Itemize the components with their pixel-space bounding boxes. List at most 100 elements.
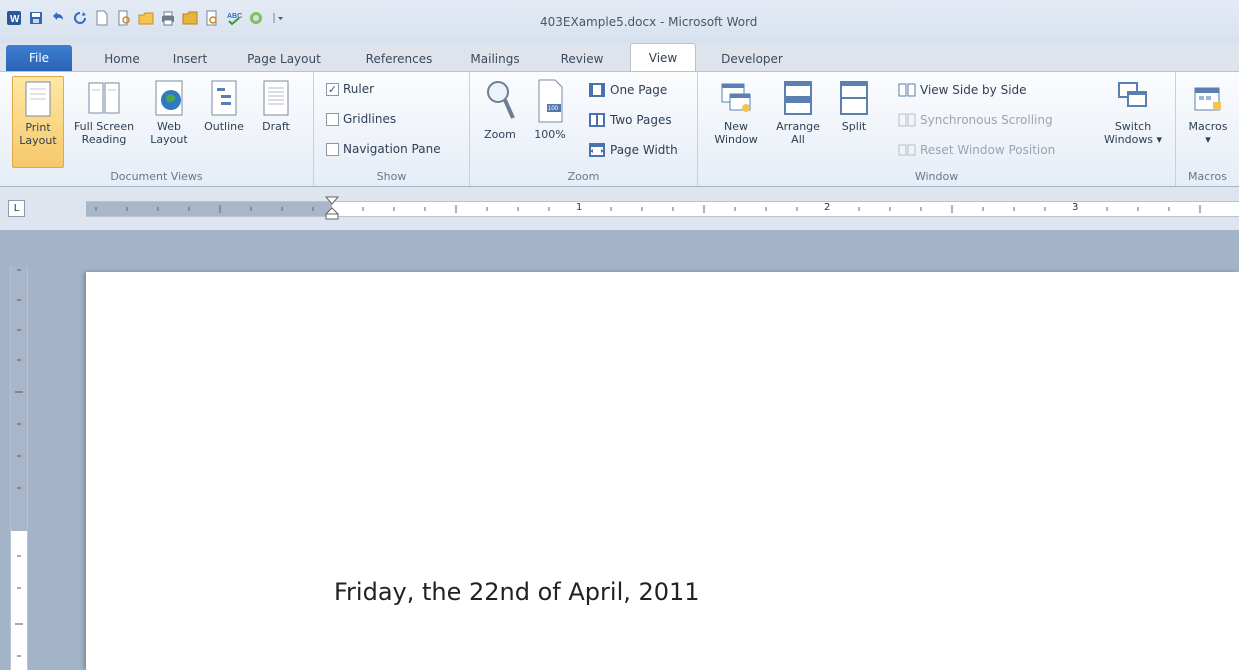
group-macros: Macros ▾ Macros	[1176, 72, 1239, 186]
refresh-icon[interactable]	[248, 10, 264, 26]
customize-icon[interactable]	[270, 10, 286, 26]
tab-selector[interactable]: L	[8, 200, 25, 217]
group-zoom: Zoom 100 100% One Page Two Pages Page Wi…	[470, 72, 698, 186]
group-label-zoom: Zoom	[567, 170, 600, 183]
page-width-button[interactable]: Page Width	[588, 142, 678, 158]
side-by-side-icon	[898, 83, 916, 97]
open-icon[interactable]	[138, 10, 154, 26]
reset-position-label: Reset Window Position	[920, 143, 1056, 157]
vertical-ruler-ticks	[15, 269, 23, 657]
horizontal-ruler[interactable]: 1 2 3	[86, 196, 1239, 220]
web-layout-button[interactable]: Web Layout	[144, 76, 194, 146]
print-layout-icon	[25, 81, 51, 117]
outline-icon	[211, 80, 237, 116]
draft-label: Draft	[262, 120, 290, 133]
zoom-button[interactable]: Zoom	[478, 76, 522, 141]
page-100-icon: 100	[538, 79, 563, 123]
tab-file[interactable]: File	[6, 45, 72, 71]
tab-references[interactable]: References	[352, 47, 446, 71]
outline-button[interactable]: Outline	[198, 76, 250, 133]
group-window: New Window Arrange All Split View Side b…	[698, 72, 1176, 186]
group-label-macros: Macros	[1187, 170, 1228, 183]
tab-insert[interactable]: Insert	[162, 47, 218, 71]
svg-text:100: 100	[548, 106, 559, 112]
quick-access-toolbar: W ABC	[6, 10, 286, 26]
switch-windows-button[interactable]: Switch Windows ▾	[1098, 76, 1168, 146]
group-label-document-views: Document Views	[110, 170, 203, 183]
ruler-checkbox[interactable]: ✓ Ruler	[326, 82, 374, 96]
navigation-pane-checkbox[interactable]: Navigation Pane	[326, 142, 441, 156]
sync-scrolling-label: Synchronous Scrolling	[920, 113, 1053, 127]
undo-icon[interactable]	[50, 10, 66, 26]
document-text[interactable]: Friday, the 22nd of April, 2011	[334, 578, 700, 606]
tab-view[interactable]: View	[630, 43, 696, 71]
zoom-100-label: 100%	[534, 128, 566, 141]
macros-button[interactable]: Macros ▾	[1182, 76, 1234, 146]
gridlines-label: Gridlines	[343, 112, 397, 126]
outline-label: Outline	[204, 120, 244, 133]
full-screen-reading-icon	[88, 82, 120, 114]
print-layout-label-2: Layout	[19, 134, 57, 147]
zoom-100-button[interactable]: 100 100%	[528, 76, 572, 141]
new-icon[interactable]	[94, 10, 110, 26]
preview-icon[interactable]	[204, 10, 220, 26]
save-icon[interactable]	[28, 10, 44, 26]
tab-review[interactable]: Review	[550, 47, 614, 71]
reset-window-position-button[interactable]: Reset Window Position	[898, 142, 1055, 158]
title-bar: W ABC 403EXample5.docx - Microsoft Word	[0, 0, 1239, 43]
view-side-by-side-button[interactable]: View Side by Side	[898, 82, 1027, 98]
arrange-all-icon	[784, 81, 812, 115]
indent-marker-icon[interactable]	[325, 196, 339, 220]
one-page-button[interactable]: One Page	[588, 82, 667, 98]
gridlines-checkbox[interactable]: Gridlines	[326, 112, 396, 126]
svg-text:W: W	[10, 14, 20, 25]
magnifier-icon	[487, 81, 515, 119]
two-pages-label: Two Pages	[610, 113, 672, 127]
macros-dropdown-icon[interactable]: ▾	[1182, 133, 1234, 146]
macros-icon	[1194, 87, 1221, 111]
svg-text:ABC: ABC	[227, 13, 242, 20]
ruler-number-2: 2	[824, 202, 831, 213]
reset-position-icon	[898, 144, 916, 156]
quick-print-icon[interactable]	[160, 10, 176, 26]
synchronous-scrolling-button[interactable]: Synchronous Scrolling	[898, 112, 1053, 128]
ribbon: Print Layout Full Screen Reading Web Lay…	[0, 71, 1239, 187]
tab-home[interactable]: Home	[92, 47, 152, 71]
document-workspace: Friday, the 22nd of April, 2011	[0, 230, 1239, 670]
draft-icon	[263, 80, 289, 116]
print-layout-label-1: Print	[25, 121, 51, 134]
draft-button[interactable]: Draft	[254, 76, 298, 133]
two-pages-button[interactable]: Two Pages	[588, 112, 672, 128]
redo-icon[interactable]	[72, 10, 88, 26]
navigation-pane-check-icon[interactable]	[326, 142, 339, 156]
side-by-side-label: View Side by Side	[920, 83, 1027, 97]
folder-icon[interactable]	[182, 10, 198, 26]
window-title: 403EXample5.docx - Microsoft Word	[540, 15, 758, 29]
ruler-check-icon[interactable]: ✓	[326, 82, 339, 96]
print-layout-button[interactable]: Print Layout	[12, 76, 64, 168]
split-button[interactable]: Split	[832, 76, 876, 133]
full-screen-reading-button[interactable]: Full Screen Reading	[68, 76, 140, 146]
gridlines-check-icon[interactable]	[326, 112, 339, 126]
group-label-show: Show	[376, 170, 407, 183]
macros-label: Macros	[1188, 120, 1228, 133]
one-page-label: One Page	[610, 83, 668, 97]
spelling-icon[interactable]: ABC	[226, 10, 242, 26]
print-preview-icon[interactable]	[116, 10, 132, 26]
arrange-all-button[interactable]: Arrange All	[768, 76, 828, 146]
tab-mailings[interactable]: Mailings	[458, 47, 532, 71]
document-page[interactable]: Friday, the 22nd of April, 2011	[86, 272, 1239, 670]
new-window-button[interactable]: New Window	[706, 76, 766, 146]
full-screen-label-2: Reading	[81, 133, 127, 146]
group-label-window: Window	[914, 170, 959, 183]
web-layout-icon	[155, 80, 183, 116]
page-width-icon	[589, 143, 605, 157]
ribbon-tabs: File Home Insert Page Layout References …	[0, 43, 1239, 71]
one-page-icon	[589, 83, 605, 97]
tab-developer[interactable]: Developer	[706, 47, 798, 71]
word-icon[interactable]: W	[6, 10, 22, 26]
navigation-pane-label: Navigation Pane	[343, 142, 441, 156]
tab-page-layout[interactable]: Page Layout	[234, 47, 334, 71]
vertical-ruler[interactable]	[10, 266, 28, 670]
ruler-row: L 1 2 3	[0, 187, 1239, 230]
